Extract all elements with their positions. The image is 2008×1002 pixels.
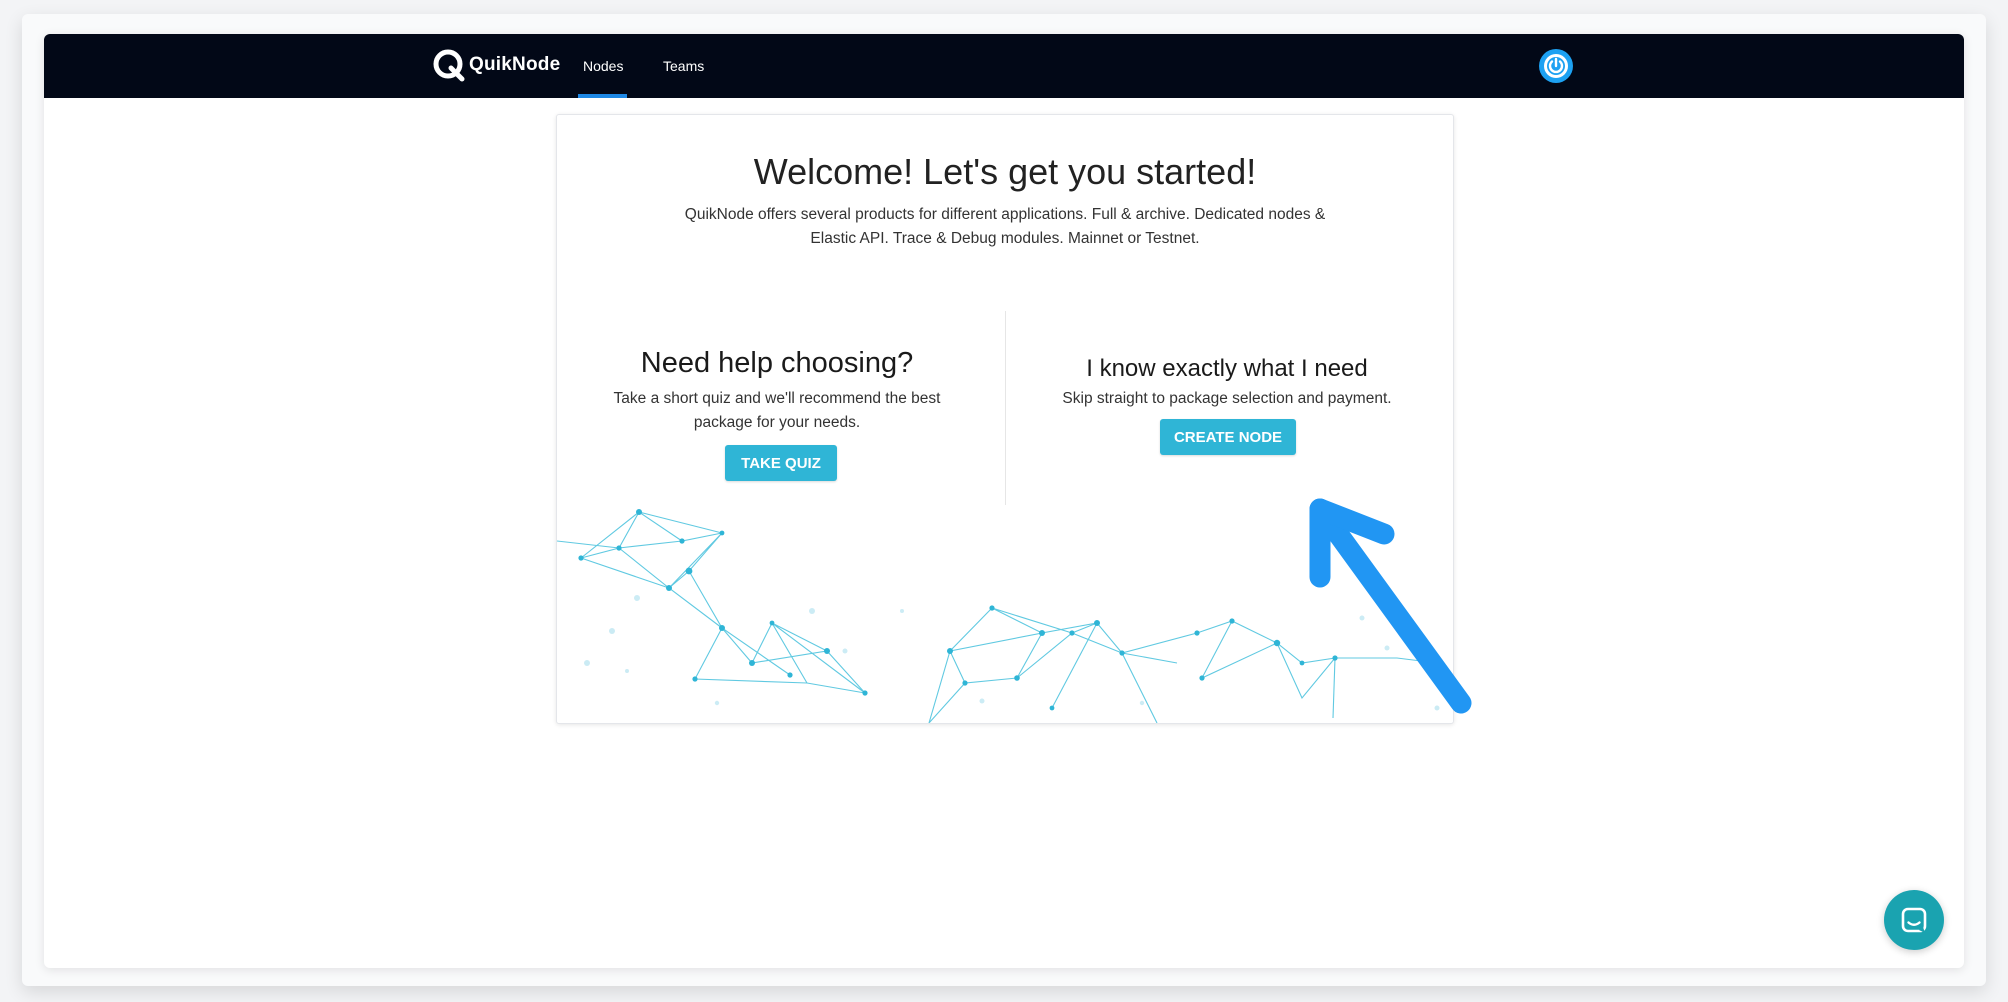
take-quiz-button[interactable]: TAKE QUIZ bbox=[725, 445, 837, 481]
annotation-arrow-icon bbox=[1309, 498, 1472, 714]
active-tab-indicator bbox=[578, 94, 627, 98]
column-divider bbox=[1005, 311, 1006, 505]
nav-link-teams[interactable]: Teams bbox=[663, 34, 704, 98]
create-description: Skip straight to package selection and p… bbox=[1062, 390, 1392, 407]
top-navbar: QuikNode Nodes Teams bbox=[44, 34, 1964, 98]
nav-link-nodes[interactable]: Nodes bbox=[583, 34, 623, 98]
app-window: QuikNode Nodes Teams Welcome! Let's get … bbox=[44, 34, 1964, 968]
create-node-button[interactable]: CREATE NODE bbox=[1160, 419, 1296, 455]
quiknode-q-icon bbox=[433, 49, 465, 82]
chat-launcher-button[interactable] bbox=[1884, 890, 1944, 950]
quiz-description: Take a short quiz and we'll recommend th… bbox=[613, 390, 941, 431]
quiknode-logo[interactable]: QuikNode bbox=[432, 48, 560, 82]
power-icon bbox=[1544, 54, 1568, 78]
chat-icon bbox=[1901, 907, 1927, 933]
welcome-title: Welcome! Let's get you started! bbox=[753, 151, 1257, 192]
welcome-description: QuikNode offers several products for dif… bbox=[684, 206, 1326, 247]
brand-name: QuikNode bbox=[469, 54, 561, 75]
power-button[interactable] bbox=[1539, 49, 1573, 83]
create-heading: I know exactly what I need bbox=[1086, 355, 1368, 382]
quiz-heading: Need help choosing? bbox=[640, 347, 914, 379]
